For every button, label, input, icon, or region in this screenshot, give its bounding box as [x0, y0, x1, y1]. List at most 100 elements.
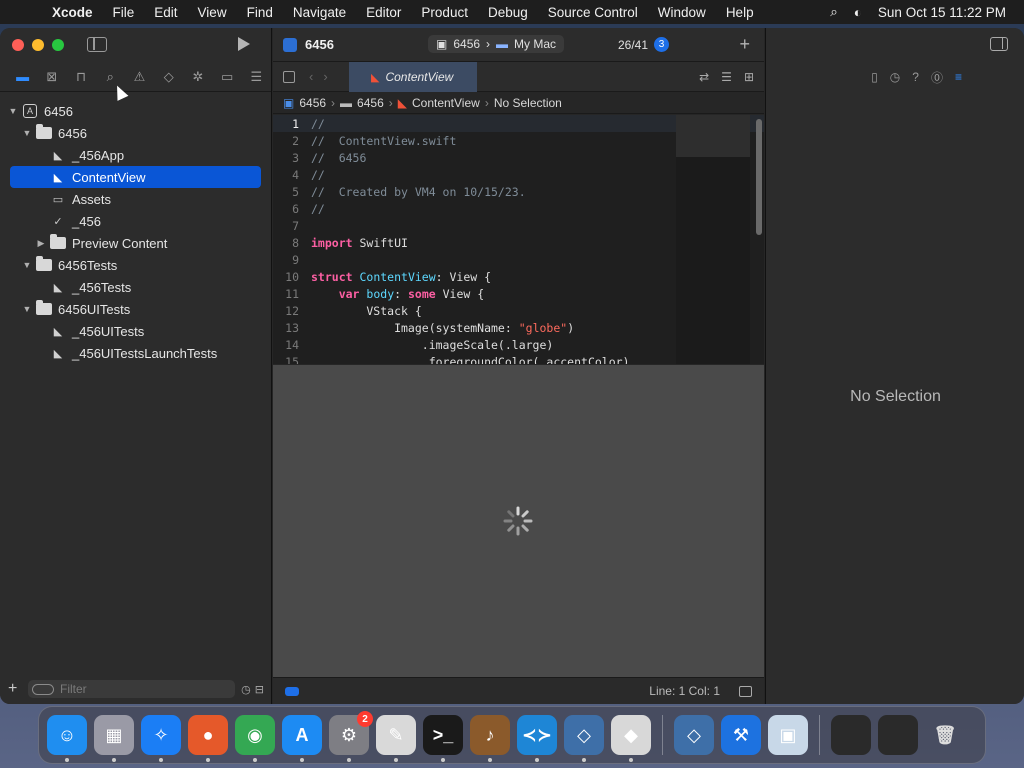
tree-item[interactable]: ◣ _456App	[0, 144, 271, 166]
tree-item[interactable]: ▼ A 6456	[0, 100, 271, 122]
safari-icon[interactable]: ✧	[141, 715, 181, 762]
menu-edit[interactable]: Edit	[154, 5, 177, 20]
trash-icon[interactable]: 🗑	[925, 715, 965, 755]
tree-item[interactable]: ▼ 6456UITests	[0, 298, 271, 320]
tree-item[interactable]: ◣ _456UITestsLaunchTests	[0, 342, 271, 364]
menu-view[interactable]: View	[198, 5, 227, 20]
file-inspector-icon[interactable]: ▯	[871, 70, 878, 84]
menu-source-control[interactable]: Source Control	[548, 5, 638, 20]
add-library-icon[interactable]: +	[739, 34, 750, 55]
tree-item[interactable]: ◣ _456UITests	[0, 320, 271, 342]
symbol-navigator-icon[interactable]: ⊓	[66, 65, 95, 89]
tree-item[interactable]: ◣ _456Tests	[0, 276, 271, 298]
zoom-window-button[interactable]	[52, 39, 64, 51]
vscode-icon[interactable]: ≺≻	[517, 715, 557, 762]
virtualbox-icon[interactable]: ◇	[564, 715, 604, 762]
split-editor-icon[interactable]: ⊞	[744, 70, 754, 84]
menu-window[interactable]: Window	[658, 5, 706, 20]
code-token: )	[567, 320, 575, 335]
debug-navigator-icon[interactable]: ✲	[183, 65, 212, 89]
menu-find[interactable]: Find	[247, 5, 273, 20]
tree-item[interactable]: ▭ Assets	[0, 188, 271, 210]
menu-product[interactable]: Product	[421, 5, 468, 20]
tree-item[interactable]: ▼ 6456	[0, 122, 271, 144]
activity-status[interactable]: 26/41 3	[618, 37, 670, 52]
related-items-icon[interactable]	[283, 70, 295, 83]
finder-icon[interactable]: ☺	[47, 715, 87, 762]
minimize-window-button[interactable]	[32, 39, 44, 51]
menu-debug[interactable]: Debug	[488, 5, 528, 20]
attributes-inspector-icon[interactable]: ≡	[955, 70, 962, 84]
menu-clock[interactable]: Sun Oct 15 11:22 PM	[878, 5, 1006, 20]
tab-contentview[interactable]: ◣ ContentView	[349, 62, 477, 92]
quick-help-icon[interactable]: ?	[912, 70, 919, 84]
filter-input[interactable]: Filter	[28, 680, 236, 698]
code-editor[interactable]: 1 // 2 // ContentView.swift 3 // 6456 4 // 5 // C…	[273, 115, 764, 364]
minimized-window-2-icon[interactable]	[878, 715, 918, 755]
editor-options-icon[interactable]: ☰	[721, 70, 732, 84]
roblox-icon[interactable]: ◆	[611, 715, 651, 762]
project-navigator-icon[interactable]: ▬	[8, 65, 37, 89]
menu-editor[interactable]: Editor	[366, 5, 401, 20]
breadcrumb-item[interactable]: ContentView	[412, 96, 480, 110]
accessibility-inspector-icon[interactable]: ⓪	[931, 69, 943, 86]
app-menu[interactable]: Xcode	[52, 5, 93, 20]
run-icon[interactable]	[238, 37, 250, 51]
source-control-navigator-icon[interactable]: ⊠	[37, 65, 66, 89]
menu-navigate[interactable]: Navigate	[293, 5, 346, 20]
folder-icon	[36, 124, 52, 140]
issue-navigator-icon[interactable]: ⚠	[125, 65, 154, 89]
textedit-icon[interactable]: ✎	[376, 715, 416, 762]
history-inspector-icon[interactable]: ◷	[890, 70, 900, 84]
editor-scrollbar[interactable]	[756, 119, 762, 235]
instruments-icon[interactable]: ♪	[470, 715, 510, 762]
minimap-viewport[interactable]	[676, 115, 750, 157]
tree-item[interactable]: ✓ _456	[0, 210, 271, 232]
back-arrow-icon[interactable]: ‹	[309, 69, 313, 84]
minimized-window-1-icon[interactable]	[831, 715, 871, 755]
system-settings-icon[interactable]: ⚙ 2	[329, 711, 373, 762]
chevron-down-icon[interactable]: ▼	[8, 106, 18, 116]
add-file-icon[interactable]: +	[8, 680, 22, 698]
chevron-down-icon[interactable]: ▼	[22, 128, 32, 138]
breakpoint-navigator-icon[interactable]: ▭	[213, 65, 242, 89]
close-window-button[interactable]	[12, 39, 24, 51]
menu-help[interactable]: Help	[726, 5, 754, 20]
chevron-right-icon: ›	[331, 95, 336, 110]
refresh-icon[interactable]: ⇄	[699, 70, 709, 84]
breadcrumb-item[interactable]: 6456	[299, 96, 326, 110]
report-navigator-icon[interactable]: ☰	[242, 65, 271, 89]
chevron-down-icon[interactable]: ▼	[22, 260, 32, 270]
tree-item[interactable]: ▶ Preview Content	[0, 232, 271, 254]
chevron-right-icon[interactable]: ▶	[36, 238, 46, 249]
chevron-down-icon[interactable]: ▼	[22, 304, 32, 314]
spotlight-search-icon[interactable]: ⌕	[830, 4, 838, 20]
preview-icon[interactable]: ▣	[768, 715, 808, 755]
virtualbox-2-icon[interactable]: ◇	[674, 715, 714, 755]
breadcrumb-item[interactable]: 6456	[357, 96, 384, 110]
chrome-icon[interactable]: ◉	[235, 715, 275, 762]
breadcrumb-item[interactable]: No Selection	[494, 96, 562, 110]
tree-item[interactable]: ▼ 6456Tests	[0, 254, 271, 276]
folder-icon	[36, 256, 52, 272]
minimap[interactable]	[676, 115, 750, 364]
filter-scm-icon[interactable]: ⊟	[255, 683, 264, 696]
terminal-icon[interactable]: >_	[423, 715, 463, 762]
toggle-navigator-icon[interactable]	[87, 37, 107, 52]
filter-options-icon[interactable]	[32, 683, 54, 695]
firefox-icon[interactable]: ●	[188, 715, 228, 762]
control-center-icon[interactable]: ◐	[854, 5, 862, 20]
recent-files-icon[interactable]: ◷	[241, 683, 251, 696]
test-navigator-icon[interactable]: ◇	[154, 65, 183, 89]
launchpad-icon[interactable]: ▦	[94, 715, 134, 762]
forward-arrow-icon[interactable]: ›	[323, 69, 327, 84]
tree-item[interactable]: ◣ ContentView	[10, 166, 261, 188]
debug-area-icon[interactable]	[285, 686, 299, 696]
app-store-icon[interactable]: A	[282, 715, 322, 762]
menu-file[interactable]: File	[113, 5, 135, 20]
entitlements-icon: ✓	[53, 215, 63, 228]
toggle-debug-area-icon[interactable]	[739, 685, 752, 697]
toggle-inspector-icon[interactable]	[990, 37, 1008, 51]
xcode-icon[interactable]: ⚒	[721, 715, 761, 755]
scheme-selector[interactable]: ▣ 6456 › ▬ My Mac	[428, 35, 565, 53]
